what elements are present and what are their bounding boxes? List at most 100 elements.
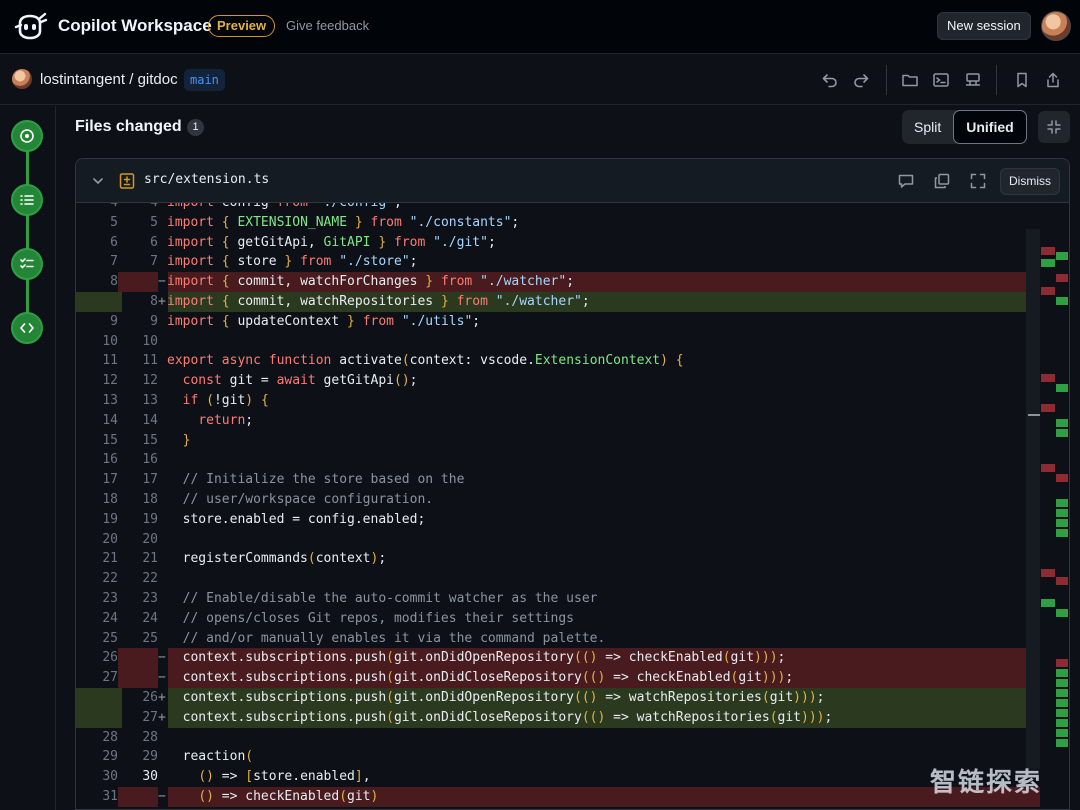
code-line[interactable]: 24 24 // opens/closes Git repos, modifies…	[76, 609, 1040, 629]
step-code-icon[interactable]	[11, 312, 43, 344]
step-plan-icon[interactable]	[11, 248, 43, 280]
code-line[interactable]: 18 18 // user/workspace configuration.	[76, 490, 1040, 510]
copy-icon[interactable]	[932, 171, 952, 191]
deleted-line[interactable]: 26− context.subscriptions.push(git.onDid…	[76, 648, 1040, 669]
minimap-addition-mark	[1056, 679, 1068, 687]
file-name[interactable]: src/extension.ts	[144, 172, 269, 187]
code-text: if (!git) {	[182, 393, 269, 408]
split-view-button[interactable]: Split	[902, 110, 953, 144]
give-feedback-link[interactable]: Give feedback	[286, 18, 369, 33]
dismiss-button[interactable]: Dismiss	[1000, 168, 1060, 195]
code-line[interactable]: 15 15 }	[76, 431, 1040, 451]
new-line-number: 14	[142, 412, 158, 428]
share-icon[interactable]	[1042, 69, 1064, 91]
minimap-deletion-mark	[1041, 247, 1055, 255]
old-line-number: 21	[102, 551, 118, 567]
new-line-number: 4	[122, 203, 158, 213]
code-line[interactable]: 5 5 import { EXTENSION_NAME } from "./cons…	[76, 213, 1040, 233]
code-text: () => [store.enabled],	[198, 769, 371, 785]
unified-view-button[interactable]: Unified	[953, 110, 1027, 144]
repo-owner-avatar	[12, 69, 32, 89]
branch-badge[interactable]: main	[184, 69, 225, 91]
added-line[interactable]: 26 + context.subscriptions.push(git.onDid…	[76, 688, 1040, 708]
minimap-deletion-mark	[1041, 569, 1055, 577]
old-line-number: 6	[110, 234, 118, 250]
copilot-logo-icon[interactable]	[12, 11, 48, 43]
old-line-number: 11	[102, 353, 118, 369]
user-avatar[interactable]	[1041, 11, 1071, 41]
code-diff[interactable]: 44 import config from "./config"; 5 5 import…	[76, 203, 1069, 809]
code-line[interactable]: 11 11 export async function activate(conte…	[76, 351, 1040, 371]
repo-path[interactable]: lostintangent / gitdoc	[40, 71, 178, 88]
file-header: src/extension.ts Dismiss	[76, 159, 1069, 203]
chevron-down-icon[interactable]	[90, 173, 106, 189]
fullscreen-icon[interactable]	[968, 171, 988, 191]
new-line-number: 26	[122, 688, 158, 708]
minimap-addition-mark	[1056, 384, 1068, 392]
new-line-number: 10	[142, 333, 158, 349]
deleted-line[interactable]: 27− context.subscriptions.push(git.onDid…	[76, 668, 1040, 689]
collapse-icon[interactable]	[1038, 111, 1070, 143]
code-line[interactable]: 14 14 return;	[76, 411, 1040, 431]
code-line[interactable]: 7 7 import { store } from "./store";	[76, 252, 1040, 272]
minimap-deletion-mark	[1041, 287, 1055, 295]
code-line[interactable]: 22 22	[76, 569, 1040, 589]
code-line[interactable]: 29 29 reaction(	[76, 747, 1040, 767]
undo-icon[interactable]	[819, 69, 841, 91]
new-line-number: 5	[150, 214, 158, 230]
new-line-number: 6	[150, 234, 158, 250]
step-task-icon[interactable]	[11, 120, 43, 152]
folder-icon[interactable]	[899, 69, 921, 91]
old-line-number: 8	[76, 272, 118, 293]
code-text: registerCommands(context);	[167, 551, 387, 567]
code-line[interactable]: 20 20	[76, 530, 1040, 550]
code-line[interactable]: 12 12 const git = await getGitApi();	[76, 371, 1040, 391]
code-line[interactable]: 44 import config from "./config";	[76, 203, 1040, 213]
minimap-addition-mark	[1056, 699, 1068, 707]
code-line[interactable]: 19 19 store.enabled = config.enabled;	[76, 510, 1040, 530]
new-line-number: 9	[150, 313, 158, 329]
new-line-number: 7	[150, 254, 158, 270]
minimap-addition-mark	[1056, 609, 1068, 617]
comment-icon[interactable]	[896, 171, 916, 191]
ruler-thumb[interactable]	[1028, 414, 1040, 416]
new-line-number: 20	[142, 531, 158, 547]
code-line[interactable]: 21 21 registerCommands(context);	[76, 549, 1040, 569]
server-icon[interactable]	[962, 69, 984, 91]
deleted-line[interactable]: 31− () => checkEnabled(git)	[76, 787, 1040, 807]
code-line[interactable]: 9 9 import { updateContext } from "./utils…	[76, 312, 1040, 332]
minimap-addition-mark	[1056, 297, 1068, 305]
old-line-number: 22	[102, 571, 118, 587]
old-line-number: 14	[102, 412, 118, 428]
minimap-deletion-mark	[1041, 404, 1055, 412]
new-line-number: 21	[142, 551, 158, 567]
new-line-number: 11	[142, 353, 158, 369]
code-line[interactable]: 13 13 if (!git) {	[76, 391, 1040, 411]
code-line[interactable]: 25 25 // and/or manually enables it via t…	[76, 629, 1040, 649]
code-line[interactable]: 16 16	[76, 450, 1040, 470]
watermark: 智链探索	[930, 767, 1043, 797]
old-line-number: 12	[102, 373, 118, 389]
code-line[interactable]: 23 23 // Enable/disable the auto-commit w…	[76, 589, 1040, 609]
step-specification-icon[interactable]	[11, 184, 43, 216]
code-line[interactable]: 10 10	[76, 332, 1040, 352]
deleted-line[interactable]: 8− import { commit, watchForChanges } fro…	[76, 272, 1040, 293]
new-line-number: 13	[142, 393, 158, 408]
code-text: reaction(	[167, 749, 254, 765]
minimap-addition-mark	[1056, 719, 1068, 727]
new-session-button[interactable]: New session	[937, 12, 1031, 40]
bookmark-icon[interactable]	[1011, 69, 1033, 91]
old-line-number: 30	[102, 769, 118, 785]
code-line[interactable]: 28 28	[76, 728, 1040, 748]
overview-ruler[interactable]	[1026, 229, 1040, 769]
old-line-number: 25	[102, 630, 118, 646]
terminal-icon[interactable]	[930, 69, 952, 91]
minimap-addition-mark	[1056, 499, 1068, 507]
code-line[interactable]: 17 17 // Initialize the store based on th…	[76, 470, 1040, 490]
code-line[interactable]: 30 30 () => [store.enabled],	[76, 767, 1040, 787]
redo-icon[interactable]	[850, 69, 872, 91]
added-line[interactable]: 8 + import { commit, watchRepositories } f…	[76, 292, 1040, 312]
app-title[interactable]: Copilot Workspace	[58, 16, 212, 36]
code-line[interactable]: 6 6 import { getGitApi, GitAPI } from "./g…	[76, 233, 1040, 253]
added-line[interactable]: 27 + context.subscriptions.push(git.onDid…	[76, 707, 1040, 728]
